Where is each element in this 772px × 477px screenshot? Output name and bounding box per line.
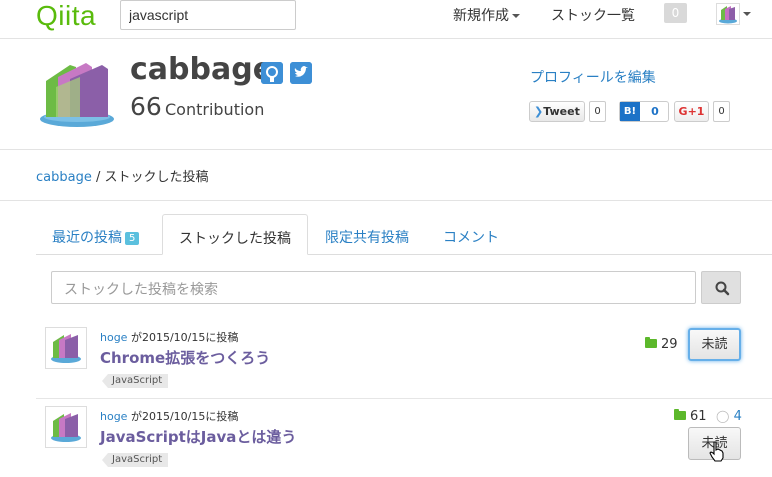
breadcrumb-current: / ストックした投稿 — [91, 170, 209, 185]
cabbage-avatar-icon — [719, 6, 737, 24]
hatena-count: 0 — [651, 105, 659, 118]
cabbage-avatar — [40, 63, 114, 127]
edit-profile-link[interactable]: プロフィールを編集 — [530, 67, 656, 87]
tag-javascript[interactable]: JavaScript — [102, 374, 169, 388]
new-post-label: 新規作成 — [453, 8, 509, 24]
profile-username: cabbage — [130, 52, 274, 87]
tweet-count: 0 — [589, 101, 606, 122]
user-avatar — [716, 3, 740, 25]
tab-limited-posts[interactable]: 限定共有投稿 — [309, 214, 425, 255]
tab-label: 最近の投稿 — [52, 230, 122, 246]
gplus-button[interactable]: G+1 — [674, 101, 709, 122]
tweet-label: Tweet — [543, 105, 580, 118]
post-title-link[interactable]: JavaScriptはJavaとは違う — [100, 426, 296, 447]
user-menu[interactable] — [716, 3, 751, 25]
chevron-down-icon — [743, 12, 751, 16]
stock-count-value: 61 — [690, 409, 707, 424]
twitter-bird-icon: ❯ — [534, 105, 544, 118]
author-avatar[interactable] — [45, 406, 87, 448]
post-date: が2015/10/15に投稿 — [127, 331, 239, 344]
search-icon — [715, 281, 730, 296]
twitter-icon[interactable] — [290, 62, 312, 84]
stock-count: 61 — [674, 409, 707, 424]
notification-badge[interactable]: 0 — [664, 3, 687, 23]
contribution-label: Contribution — [165, 100, 265, 119]
stock-search-input[interactable]: ストックした投稿を検索 — [51, 271, 696, 304]
folder-icon — [674, 409, 686, 420]
tab-recent-posts[interactable]: 最近の投稿 5 — [36, 214, 155, 255]
post-title-link[interactable]: Chrome拡張をつくろう — [100, 347, 270, 368]
search-input[interactable] — [120, 0, 296, 30]
comment-count-value: 4 — [733, 409, 742, 424]
contribution-count: 66 — [130, 92, 162, 121]
post-date: が2015/10/15に投稿 — [127, 410, 239, 423]
cabbage-avatar-icon — [51, 334, 81, 363]
section-divider — [0, 200, 772, 201]
tag-javascript[interactable]: JavaScript — [102, 453, 169, 467]
author-link[interactable]: hoge — [100, 410, 127, 423]
stock-search-button[interactable] — [701, 271, 741, 304]
hatena-bookmark-button[interactable]: B! 0 — [619, 101, 669, 122]
post-meta: hoge が2015/10/15に投稿 — [100, 408, 238, 424]
unread-button[interactable]: 未読 — [688, 328, 741, 361]
hand-cursor-icon — [709, 441, 724, 462]
author-link[interactable]: hoge — [100, 331, 127, 344]
top-navbar: Qiita 新規作成 ストック一覧 0 — [0, 0, 772, 39]
gplus-count: 0 — [713, 101, 730, 122]
recent-posts-count-badge: 5 — [125, 232, 140, 245]
hatena-icon: B! — [620, 102, 640, 121]
profile-header: cabbage 66 Contribution プロフィールを編集 ❯Tweet… — [0, 40, 772, 150]
tweet-button[interactable]: ❯Tweet — [529, 101, 585, 122]
comment-count[interactable]: ◯ 4 — [716, 409, 742, 424]
qiita-logo[interactable]: Qiita — [36, 0, 96, 32]
breadcrumb: cabbage / ストックした投稿 — [36, 166, 209, 185]
stock-list-link[interactable]: ストック一覧 — [551, 5, 635, 25]
stock-count-value: 29 — [661, 337, 678, 352]
github-icon[interactable] — [261, 62, 283, 84]
cabbage-avatar-icon — [51, 413, 81, 442]
tab-stocked-posts[interactable]: ストックした投稿 — [162, 214, 308, 255]
author-avatar[interactable] — [45, 327, 87, 369]
breadcrumb-user-link[interactable]: cabbage — [36, 170, 92, 185]
item-divider — [36, 398, 772, 399]
post-meta: hoge が2015/10/15に投稿 — [100, 329, 238, 345]
chevron-down-icon — [512, 14, 520, 18]
tab-comments[interactable]: コメント — [427, 214, 515, 255]
folder-icon — [645, 337, 657, 348]
new-post-dropdown[interactable]: 新規作成 — [453, 5, 520, 25]
stock-count: 29 — [645, 337, 678, 352]
speech-bubble-icon: ◯ — [716, 409, 730, 423]
